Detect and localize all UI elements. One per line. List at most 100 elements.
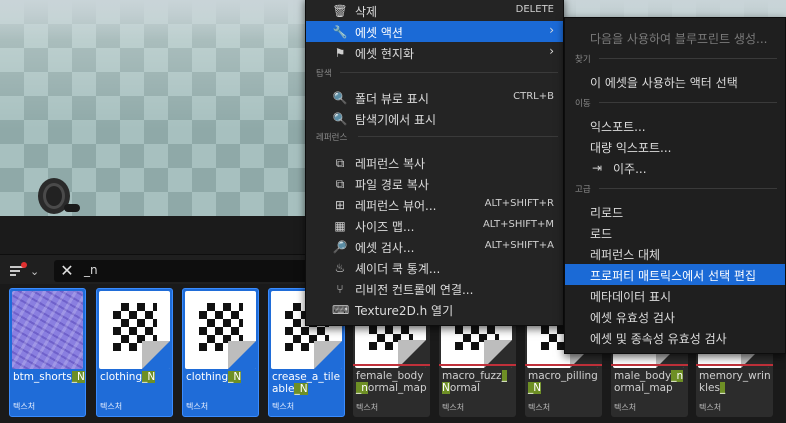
checker-image [99,291,170,369]
menu-item[interactable]: ⊞ 레퍼런스 뷰어... ALT+SHIFT+R [306,194,563,215]
submenu-item[interactable]: 로드 [565,222,785,243]
submenu-item-label: 리로드 [590,206,624,220]
submenu-item[interactable]: 대량 익스포트... [565,136,785,157]
menu-item-label: 삭제 [355,5,378,19]
page-fold-icon [228,341,256,369]
reference-viewer-icon: ⊞ [334,198,346,212]
menu-item[interactable]: 🔧 에셋 액션 › [306,21,563,42]
menu-item[interactable]: ⚑ 에셋 현지화 › [306,42,563,63]
menu-section-header: 이동 [575,97,777,109]
search-match-highlight: _N [228,371,242,383]
asset-type-label: 텍스처 [100,402,123,411]
search-match-highlight: _n [356,382,368,394]
folder-search-icon: 🔍 [332,91,348,105]
asset-name: crease_a_tileable_N [272,371,344,395]
search-input[interactable]: _n [84,263,98,277]
submenu-item[interactable]: 에셋 유효성 검사 [565,306,785,327]
menu-item[interactable]: 🔎 에셋 검사... ALT+SHIFT+A [306,236,563,257]
asset-type-label: 텍스처 [442,403,465,412]
menu-item[interactable]: 🔍 폴더 뷰로 표시 CTRL+B [306,87,563,108]
mannequin-shape [38,178,80,214]
menu-section-header: 고급 [575,183,777,195]
search-match-highlight: _ [719,382,726,394]
asset-name-text: female_body [356,370,424,382]
menu-item[interactable]: ♨ 셰이더 쿡 통계... [306,257,563,278]
submenu-item[interactable]: ⇥ 이주... [565,157,785,178]
migrate-icon: ⇥ [591,161,603,175]
texture-type-bar [439,364,516,366]
asset-name-text: memory_wrinkles [699,370,771,394]
section-title: 고급 [575,185,591,195]
menu-item-shortcut: ALT+SHIFT+A [484,240,554,251]
asset-name-text: btm_shorts [13,371,72,383]
menu-item[interactable]: 🗑 삭제 DELETE [306,0,563,21]
section-title: 레퍼런스 [316,133,348,143]
menu-item-label: 에셋 검사... [355,241,415,255]
asset-name: male_body_normal_map [614,370,686,394]
submenu-item[interactable]: 이 에셋을 사용하는 액터 선택 [565,71,785,92]
asset-tile[interactable]: clothing_N 텍스처 [96,288,173,417]
submenu-item[interactable]: 리로드 [565,201,785,222]
menu-item[interactable]: ▦ 사이즈 맵... ALT+SHIFT+M [306,215,563,236]
asset-name-suffix: ormal_map [614,382,673,394]
chevron-right-icon: › [549,23,554,37]
checker-image [185,291,256,369]
editor-window: ⌄ ✕ _n btm_shorts_N 텍스처 clothing_N 텍스처 cloth… [0,0,786,423]
menu-item[interactable]: ⑂ 리비전 컨트롤에 연결... [306,278,563,299]
asset-name: memory_wrinkles_ [699,370,771,394]
submenu-item-label: 익스포트... [590,120,646,134]
chevron-down-icon: ⌄ [30,264,40,278]
texture-type-bar [611,364,688,366]
asset-context-menu: 🗑 삭제 DELETE 🔧 에셋 액션 › ⚑ 에셋 현지화 › 탐색 🔍 폴더 뷰로 표시 CTRL+… [305,0,564,326]
submenu-item-label: 다음을 사용하여 블루프린트 생성... [590,32,768,46]
menu-item-shortcut: DELETE [515,4,554,15]
copy-icon: ⧉ [335,156,345,170]
menu-item[interactable]: ⌨ Texture2D.h 열기 [306,299,563,320]
texture-type-bar [353,364,430,366]
menu-item[interactable]: ⧉ 레퍼런스 복사 [306,152,563,173]
clear-search-icon[interactable]: ✕ [58,262,76,280]
chevron-right-icon: › [549,44,554,58]
search-match-highlight: _N [71,371,85,383]
asset-tile[interactable]: btm_shorts_N 텍스처 [9,288,86,417]
menu-item-label: 레퍼런스 뷰어... [355,199,437,213]
search-match-highlight: _n [671,370,684,382]
asset-name: btm_shorts_N [13,371,85,383]
texture-type-bar [696,364,773,366]
menu-item[interactable]: 🔍 탐색기에서 표시 [306,108,563,129]
submenu-item[interactable]: 메타데이터 표시 [565,285,785,306]
menu-item[interactable]: ⧉ 파일 경로 복사 [306,173,563,194]
asset-name: clothing_N [100,371,172,383]
audit-icon: 🔎 [332,240,348,254]
section-title: 이동 [575,99,591,109]
section-divider [358,136,558,137]
revision-icon: ⑂ [336,282,344,296]
menu-item-shortcut: ALT+SHIFT+M [482,219,554,230]
menu-item-shortcut: ALT+SHIFT+R [484,198,554,209]
asset-name-text: male_body [614,370,672,382]
asset-name-text: macro_pilling [528,370,598,382]
search-box[interactable]: ✕ _n [54,260,314,282]
submenu-item-label: 이주... [613,162,647,176]
asset-type-label: 텍스처 [13,402,36,411]
search-match-highlight: _N [142,371,156,383]
submenu-item[interactable]: 레퍼런스 대체 [565,243,785,264]
filter-button[interactable]: ⌄ [10,262,48,280]
asset-name: macro_pilling_N [528,370,600,394]
asset-type-label: 텍스처 [356,403,379,412]
menu-item-shortcut: CTRL+B [513,91,554,102]
asset-type-label: 텍스처 [614,403,637,412]
menu-item-label: 파일 경로 복사 [355,178,429,192]
submenu-item[interactable]: 프로퍼티 매트릭스에서 선택 편집 [565,264,785,285]
folder-search-icon: 🔍 [332,112,348,126]
submenu-item[interactable]: 익스포트... [565,115,785,136]
menu-section-header: 레퍼런스 [316,131,558,143]
submenu-item[interactable]: 에셋 및 종속성 유효성 검사 [565,327,785,348]
section-title: 탐색 [316,69,332,79]
asset-type-label: 텍스처 [528,403,551,412]
section-divider [340,72,558,73]
filter-icon [10,262,27,277]
section-divider [599,102,777,103]
search-match-highlight: _N [294,383,308,395]
asset-tile[interactable]: clothing_N 텍스처 [182,288,259,417]
